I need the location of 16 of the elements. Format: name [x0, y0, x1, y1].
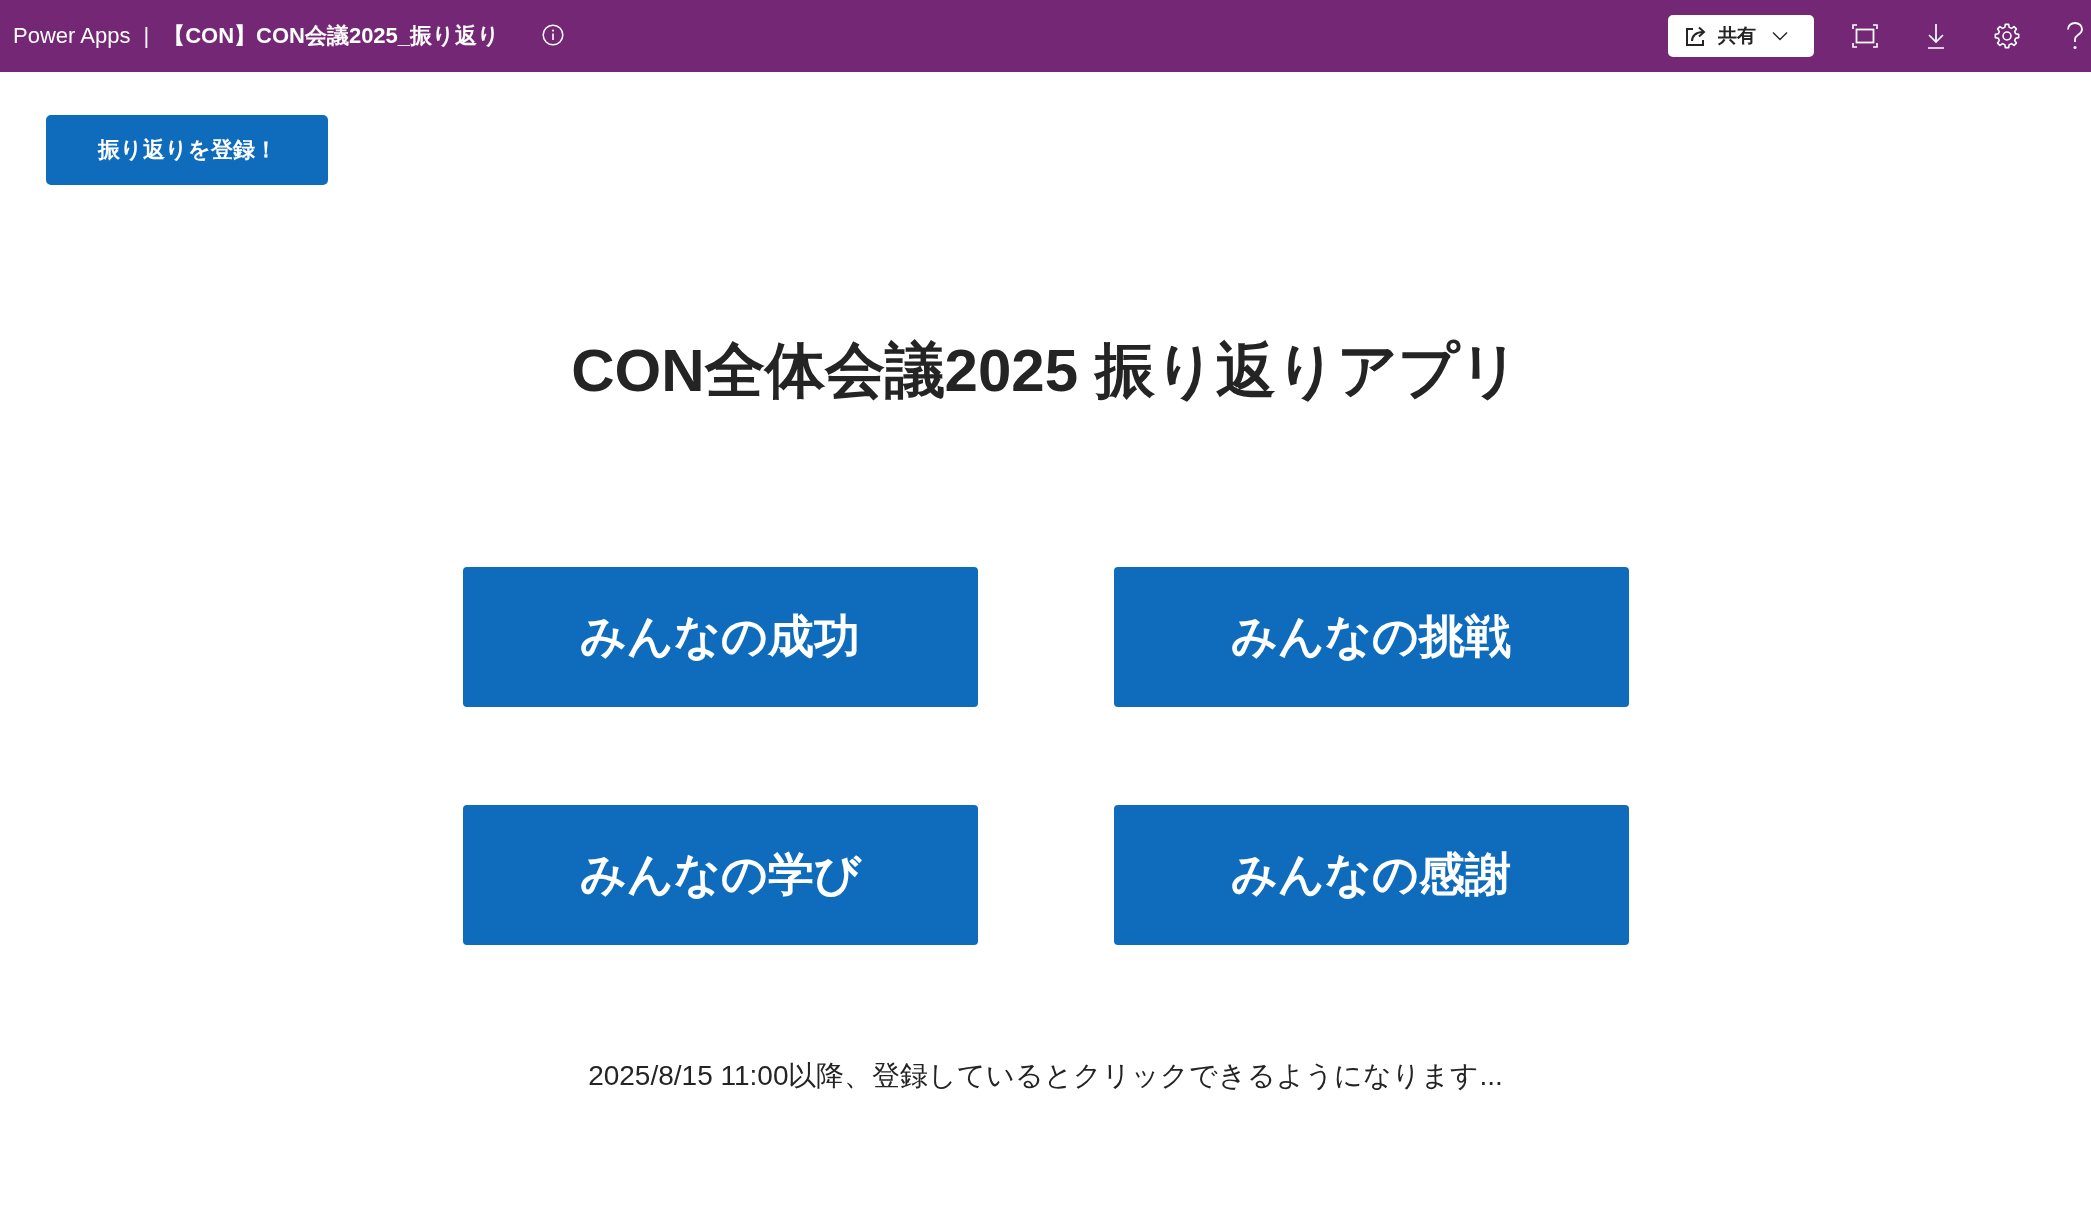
category-button[interactable]: みんなの感謝	[1113, 805, 1629, 945]
info-icon[interactable]	[542, 24, 565, 46]
category-button[interactable]: みんなの挑戦	[1113, 567, 1629, 707]
category-button[interactable]: みんなの成功	[462, 567, 978, 707]
share-icon	[1684, 25, 1708, 47]
title-separator: |	[143, 23, 150, 49]
product-name: Power Apps	[13, 23, 131, 49]
fullscreen-icon[interactable]	[1852, 23, 1878, 49]
app-name: 【CON】CON会議2025_振り返り	[163, 22, 501, 50]
settings-icon[interactable]	[1994, 23, 2020, 49]
help-icon[interactable]	[2065, 21, 2085, 51]
notice-text: 2025/8/15 11:00以降、登録しているとクリックできるようになります...	[588, 1059, 1503, 1093]
register-button[interactable]: 振り返りを登録！	[46, 115, 328, 185]
category-button[interactable]: みんなの学び	[462, 805, 978, 945]
share-button[interactable]: 共有	[1668, 15, 1814, 57]
page-heading: CON全体会議2025 振り返りアプリ	[571, 336, 1520, 406]
